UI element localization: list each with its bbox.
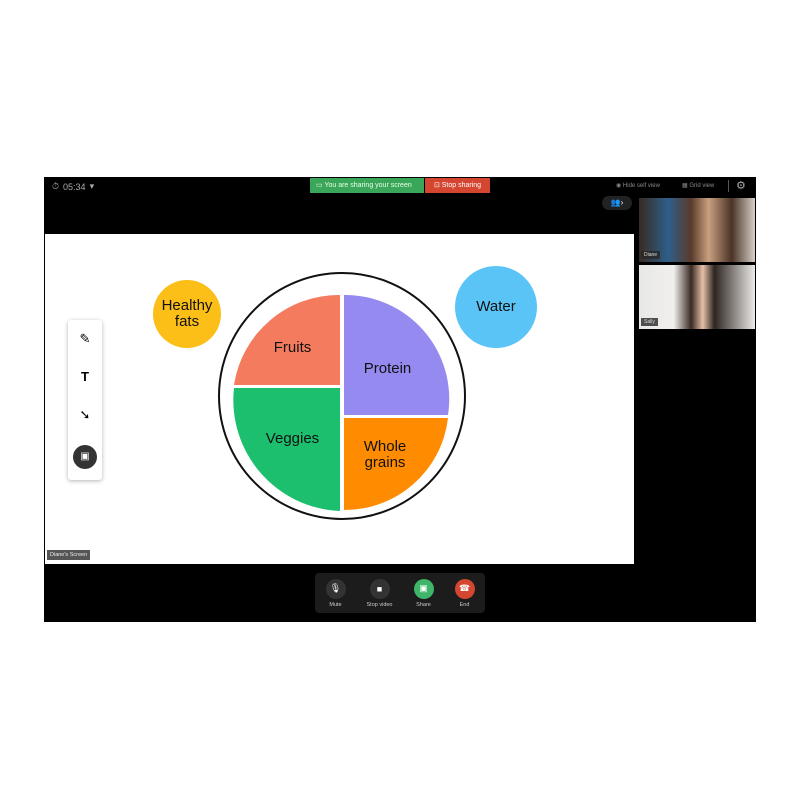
microphone-icon: 🎙 bbox=[325, 578, 346, 599]
text-icon[interactable]: T bbox=[81, 369, 89, 384]
grid-view-button[interactable]: ▦ Grid view bbox=[682, 182, 714, 189]
veggies-label: Veggies bbox=[265, 430, 320, 447]
water-label: Water bbox=[476, 298, 516, 315]
mute-button[interactable]: 🎙 Mute bbox=[325, 578, 346, 608]
healthy-fats-label: Healthy fats bbox=[161, 297, 213, 330]
participant-video-sally[interactable]: Sally bbox=[639, 265, 755, 329]
shared-screen: Healthy fats Water Fruits Protein Veggie… bbox=[45, 234, 634, 564]
video-camera-icon: ■ bbox=[369, 578, 390, 599]
eye-icon: ◉ bbox=[616, 183, 622, 189]
hide-self-view-button[interactable]: ◉ Hide self view bbox=[616, 182, 660, 189]
protein-label: Protein bbox=[363, 360, 412, 377]
people-icon: 👥 bbox=[610, 198, 621, 207]
drawing-toolbar: ✎ T ➘ ▣ bbox=[68, 320, 102, 480]
sharing-banner: ▭ You are sharing your screen bbox=[310, 178, 424, 193]
participant-name-tag: Sally bbox=[641, 318, 658, 326]
gear-icon[interactable]: ⚙ bbox=[736, 179, 746, 192]
fruits-label: Fruits bbox=[273, 339, 312, 356]
screen-owner-label: Diane's Screen bbox=[47, 550, 91, 560]
pointer-icon[interactable]: ➘ bbox=[80, 407, 91, 423]
pencil-icon[interactable]: ✎ bbox=[80, 331, 91, 347]
food-plate-diagram bbox=[153, 266, 537, 520]
call-controls: 🎙 Mute ■ Stop video ▣ Share ☎ End bbox=[315, 573, 485, 613]
divider bbox=[728, 180, 729, 192]
grid-icon: ▦ bbox=[682, 183, 688, 189]
end-call-button[interactable]: ☎ End bbox=[454, 578, 475, 608]
meeting-window: ⏱ 05:34 ▾ ▭ You are sharing your screen ⊡ … bbox=[44, 177, 756, 622]
participant-video-diane[interactable]: Diane bbox=[639, 198, 755, 262]
participants-button[interactable]: 👥› bbox=[602, 196, 632, 210]
stop-sharing-button[interactable]: ⊡ Stop sharing bbox=[425, 178, 490, 193]
stop-video-button[interactable]: ■ Stop video bbox=[367, 578, 393, 608]
hang-up-icon: ☎ bbox=[454, 578, 475, 599]
chevron-down-icon: ▾ bbox=[89, 181, 95, 191]
image-icon[interactable]: ▣ bbox=[73, 444, 97, 469]
veggies-segment bbox=[233, 388, 340, 511]
share-button[interactable]: ▣ Share bbox=[413, 578, 434, 608]
share-screen-icon: ▣ bbox=[413, 578, 434, 599]
stopwatch-icon: ⏱ bbox=[52, 181, 60, 191]
timer[interactable]: ⏱ 05:34 ▾ bbox=[52, 181, 94, 192]
whole-grains-label: Whole grains bbox=[363, 438, 407, 471]
participant-name-tag: Diane bbox=[641, 251, 661, 259]
